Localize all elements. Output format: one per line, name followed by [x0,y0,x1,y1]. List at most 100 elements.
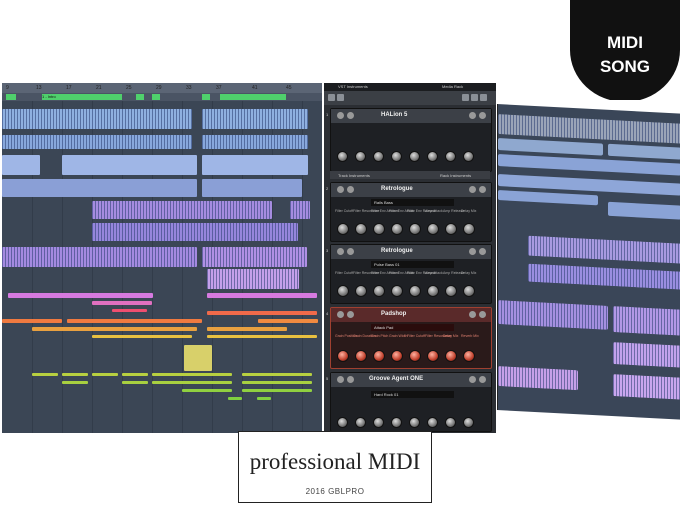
audio-clip[interactable] [202,179,302,197]
instrument-slot-padshop[interactable]: 4 Padshop Attack Pad Grain Position Grai… [326,307,492,369]
audio-clip[interactable] [2,179,197,197]
quick-control-knob[interactable] [409,151,420,162]
quick-control-knob[interactable] [373,417,384,428]
audio-clip[interactable] [207,269,299,289]
quick-control-knob[interactable] [409,417,420,428]
marker[interactable] [220,94,286,100]
preset-name[interactable]: Rails Bass [371,199,454,206]
track-instruments-bar[interactable]: Track Instruments Rack Instruments [330,171,490,179]
audio-clip[interactable] [290,201,310,219]
audio-clip[interactable] [2,135,192,149]
power-icon[interactable] [337,112,344,119]
instrument-slot-retrologue-2[interactable]: 3 Retrologue Pulse Bass 01 Filter Cutoff… [326,244,492,304]
quick-control-knob[interactable] [427,223,439,235]
quick-control-knob[interactable] [391,151,402,162]
quick-control-knob[interactable] [391,350,403,362]
instrument-slot-halion[interactable]: 1 HALion 5 [326,108,492,172]
quick-control-knob[interactable] [373,223,385,235]
midi-part[interactable] [62,373,88,376]
quick-control-knob[interactable] [463,350,475,362]
midi-part[interactable] [8,293,153,298]
midi-part[interactable] [242,373,312,376]
midi-part[interactable] [32,373,58,376]
power-icon[interactable] [337,376,344,383]
quick-control-knob[interactable] [445,223,457,235]
edit-icon[interactable] [347,311,354,318]
preset-name[interactable]: Attack Pad [371,324,454,331]
midi-part[interactable] [228,397,242,400]
midi-part[interactable] [92,373,118,376]
tab-media-rack[interactable]: Media Rack [442,84,463,89]
quick-control-knob[interactable] [445,417,456,428]
quick-control-knob[interactable] [337,223,349,235]
quick-control-knob[interactable] [373,151,384,162]
preset-name[interactable]: Hard Rock 01 [371,391,454,398]
midi-part[interactable] [67,319,202,323]
quick-control-knob[interactable] [463,417,474,428]
add-instrument-icon[interactable] [328,94,335,101]
quick-control-knob[interactable] [355,350,367,362]
audio-clip[interactable] [202,247,307,267]
quick-control-knob[interactable] [337,151,348,162]
midi-part[interactable] [182,389,232,392]
audio-clip[interactable] [202,155,308,175]
audio-clip[interactable] [92,223,298,241]
quick-control-knob[interactable] [445,350,457,362]
audio-clip[interactable] [92,201,272,219]
preset-name[interactable]: Pulse Bass 01 [371,261,454,268]
midi-icon[interactable] [469,311,476,318]
quick-control-knob[interactable] [355,151,366,162]
midi-part[interactable] [258,319,318,323]
quick-control-knob[interactable] [463,223,475,235]
quick-control-knob[interactable] [391,285,403,297]
midi-icon[interactable] [469,186,476,193]
audio-clip[interactable] [202,135,308,149]
quick-control-knob[interactable] [409,350,421,362]
midi-icon[interactable] [469,112,476,119]
quick-control-knob[interactable] [355,285,367,297]
marker-track[interactable]: 1 - Intro [2,93,322,101]
midi-part[interactable] [122,373,148,376]
quick-control-knob[interactable] [409,223,421,235]
list-icon[interactable] [471,94,478,101]
quick-control-knob[interactable] [355,417,366,428]
midi-part[interactable] [242,389,312,392]
instrument-slot-groove-agent[interactable]: 5 Groove Agent ONE Hard Rock 01 [326,372,492,432]
midi-part[interactable] [242,381,312,384]
quick-control-knob[interactable] [427,417,438,428]
quick-control-knob[interactable] [427,350,439,362]
quick-control-knob[interactable] [337,417,348,428]
quick-control-knob[interactable] [373,350,385,362]
marker[interactable] [152,94,160,100]
audio-clip[interactable] [2,247,197,267]
quick-control-knob[interactable] [427,151,438,162]
vst-instruments-rack[interactable]: VST Instruments Media Rack 1 HALion 5 Tr… [324,83,496,433]
quick-control-knob[interactable] [427,285,439,297]
edit-icon[interactable] [347,112,354,119]
midi-part[interactable] [207,327,287,331]
timeline-ruler[interactable]: 9 13 17 21 25 29 33 37 41 45 [2,83,322,93]
quick-control-knob[interactable] [463,151,474,162]
midi-part[interactable] [62,381,88,384]
gear-icon[interactable] [479,112,486,119]
marker[interactable] [202,94,210,100]
midi-icon[interactable] [469,248,476,255]
quick-control-knob[interactable] [445,151,456,162]
quick-control-knob[interactable] [337,285,349,297]
tab-vst-instruments[interactable]: VST Instruments [338,84,368,89]
midi-part[interactable] [152,381,232,384]
marker[interactable]: 1 - Intro [42,94,122,100]
edit-icon[interactable] [347,248,354,255]
midi-part[interactable] [207,293,317,298]
midi-part[interactable] [2,319,62,323]
audio-clip[interactable] [62,155,197,175]
midi-part-padshop[interactable] [184,345,212,371]
midi-part[interactable] [92,301,152,305]
audio-clip[interactable] [2,155,40,175]
midi-part[interactable] [207,311,317,315]
arrange-window[interactable]: 9 13 17 21 25 29 33 37 41 45 1 - Intro [2,83,322,433]
power-icon[interactable] [337,186,344,193]
midi-part[interactable] [122,381,148,384]
quick-control-knob[interactable] [373,285,385,297]
audio-clip[interactable] [202,109,308,129]
